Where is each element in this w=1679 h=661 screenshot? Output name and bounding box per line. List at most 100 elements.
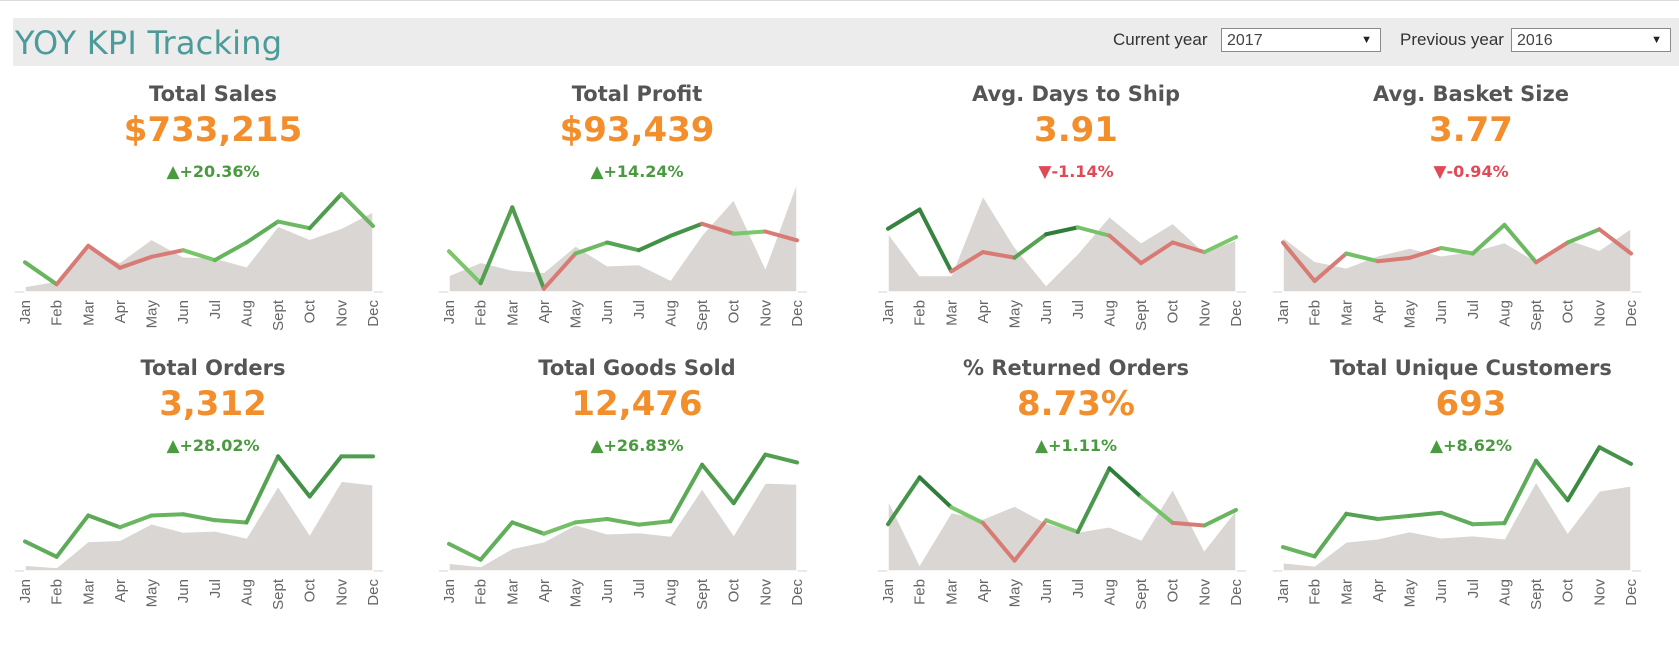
x-tick-label: Mar [504, 579, 521, 605]
x-tick-label: Feb [49, 300, 66, 326]
current-year-line-segment [181, 512, 217, 523]
kpi-card-avg-days-to-ship[interactable]: Avg. Days to Ship 3.91 ▼-1.14% Jan Feb Mar… [876, 82, 1276, 372]
kpi-card-returned-orders[interactable]: % Returned Orders 8.73% ▲+1.11% Jan Feb Ma… [876, 356, 1276, 646]
x-tick-label: Sept [1133, 299, 1150, 331]
kpi-card-avg-basket-size[interactable]: Avg. Basket Size 3.77 ▼-0.94% Jan Feb Mar A… [1271, 82, 1671, 372]
x-tick-label: Apr [536, 579, 553, 602]
x-tick-label: May [1007, 579, 1024, 608]
current-year-line-segment [1170, 520, 1207, 528]
current-year-line-segment [86, 513, 122, 530]
current-year-line-segment [1565, 445, 1602, 503]
chevron-down-icon: ▼ [1361, 34, 1372, 46]
x-tick-label: Aug [1496, 300, 1513, 327]
x-tick-label: Jul [631, 300, 648, 319]
sparkline-chart: Jan Feb Mar Apr May Jun Jul Aug Sept Oct Nov Dec [15, 454, 383, 610]
x-tick-label: Feb [1307, 300, 1324, 326]
x-tick-label: Jul [207, 300, 224, 319]
x-tick-label: Jan [1275, 300, 1292, 324]
x-tick-label: Apr [1370, 300, 1387, 323]
x-tick-label: Sept [1133, 578, 1150, 610]
current-year-line-segment [212, 518, 249, 525]
x-tick-label: Sept [694, 299, 711, 331]
chevron-down-icon: ▼ [1651, 34, 1662, 46]
current-year-line-segment [636, 233, 673, 253]
x-tick-label: Jul [631, 579, 648, 598]
sparkline-chart: Jan Feb Mar Apr May Jun Jul Aug Sept Oct Nov Dec [878, 466, 1246, 610]
previous-year-area [448, 482, 798, 572]
previous-year-area [887, 487, 1237, 572]
x-tick-label: Jan [1275, 579, 1292, 603]
current-year-select[interactable]: 2017 ▼ [1221, 28, 1381, 52]
page-title: YOY KPI Tracking [15, 24, 283, 62]
kpi-card-total-orders[interactable]: Total Orders 3,312 ▲+28.02% Jan Feb Mar Apr… [13, 356, 413, 646]
x-tick-label: Apr [975, 579, 992, 602]
x-tick-label: Aug [1496, 579, 1513, 606]
x-tick-label: Dec [1623, 300, 1640, 327]
x-tick-label: May [1402, 300, 1419, 329]
previous-year-area [24, 210, 374, 293]
x-tick-label: Apr [1370, 579, 1387, 602]
x-tick-label: Oct [1560, 578, 1577, 602]
kpi-card-total-goods-sold[interactable]: Total Goods Sold 12,476 ▲+26.83% Jan Feb M… [437, 356, 837, 646]
dashboard-header: YOY KPI Tracking Current year 2017 ▼ Pre… [13, 18, 1679, 66]
x-tick-label: Jul [1070, 300, 1087, 319]
x-tick-label: Feb [912, 579, 929, 605]
current-year-line-segment [1075, 466, 1112, 534]
x-tick-label: Apr [112, 579, 129, 602]
sparkline-chart: Jan Feb Mar Apr May Jun Jul Aug Sept Oct Nov Dec [878, 194, 1246, 331]
sparkline-chart: Jan Feb Mar Apr May Jun Jul Aug Sept Oct Nov Dec [439, 452, 807, 610]
x-tick-label: Jun [1038, 579, 1055, 603]
kpi-card-unique-customers[interactable]: Total Unique Customers 693 ▲+8.62% Jan Fe… [1271, 356, 1671, 646]
x-tick-label: Aug [1101, 579, 1118, 606]
current-year-line-segment [510, 520, 546, 536]
current-year-line-segment [886, 475, 922, 527]
x-tick-label: Oct [1165, 299, 1182, 323]
x-tick-label: Mar [80, 579, 97, 605]
current-year-line-segment [276, 454, 312, 499]
current-year-line-segment [1375, 513, 1412, 521]
x-tick-label: Oct [302, 578, 319, 602]
x-tick-label: Nov [1591, 579, 1608, 606]
kpi-card-total-profit[interactable]: Total Profit $93,439 ▲+14.24% Jan Feb Mar A… [437, 82, 837, 372]
x-tick-label: Nov [1196, 300, 1213, 327]
x-tick-label: Dec [1623, 579, 1640, 606]
current-year-line-segment [1565, 227, 1602, 245]
x-tick-label: Jan [441, 579, 458, 603]
current-year-line-segment [668, 221, 705, 238]
current-year-line-segment [605, 517, 641, 527]
x-tick-label: Nov [1196, 579, 1213, 606]
x-tick-label: Oct [726, 578, 743, 602]
x-tick-label: Aug [662, 300, 679, 327]
sparkline-chart: Jan Feb Mar Apr May Jun Jul Aug Sept Oct Nov Dec [15, 192, 383, 331]
x-tick-label: Feb [912, 300, 929, 326]
x-tick-label: Feb [473, 579, 490, 605]
x-tick-label: Jun [1433, 300, 1450, 324]
current-year-line-segment [23, 260, 59, 287]
sparkline-chart: Jan Feb Mar Apr May Jun Jul Aug Sept Oct Nov Dec [1273, 222, 1641, 331]
x-tick-label: Aug [238, 300, 255, 327]
x-tick-label: Nov [757, 579, 774, 606]
current-year-line-segment [23, 539, 59, 559]
x-tick-label: Mar [504, 300, 521, 326]
x-tick-label: Jul [1465, 300, 1482, 319]
current-year-value: 2017 [1227, 32, 1263, 49]
x-tick-label: Mar [1338, 579, 1355, 605]
previous-year-select[interactable]: 2016 ▼ [1511, 28, 1671, 52]
x-tick-label: Jul [207, 579, 224, 598]
x-tick-label: Jun [1433, 579, 1450, 603]
sparkline-chart: Jan Feb Mar Apr May Jun Jul Aug Sept Oct Nov Dec [439, 181, 807, 331]
current-year-line-segment [886, 207, 922, 231]
x-tick-label: Feb [1307, 579, 1324, 605]
x-tick-label: Jun [599, 300, 616, 324]
x-tick-label: Jan [441, 300, 458, 324]
current-year-line-segment [212, 240, 249, 263]
current-year-line-segment [731, 229, 768, 236]
current-year-line-segment [573, 517, 610, 525]
previous-year-value: 2016 [1517, 32, 1553, 49]
x-tick-label: Oct [302, 299, 319, 323]
current-year-label: Current year [1113, 30, 1208, 49]
kpi-card-total-sales[interactable]: Total Sales $733,215 ▲+20.36% Jan Feb Mar A… [13, 82, 413, 372]
x-tick-label: Jun [175, 579, 192, 603]
current-year-line-segment [605, 240, 641, 253]
x-tick-label: Jan [880, 300, 897, 324]
